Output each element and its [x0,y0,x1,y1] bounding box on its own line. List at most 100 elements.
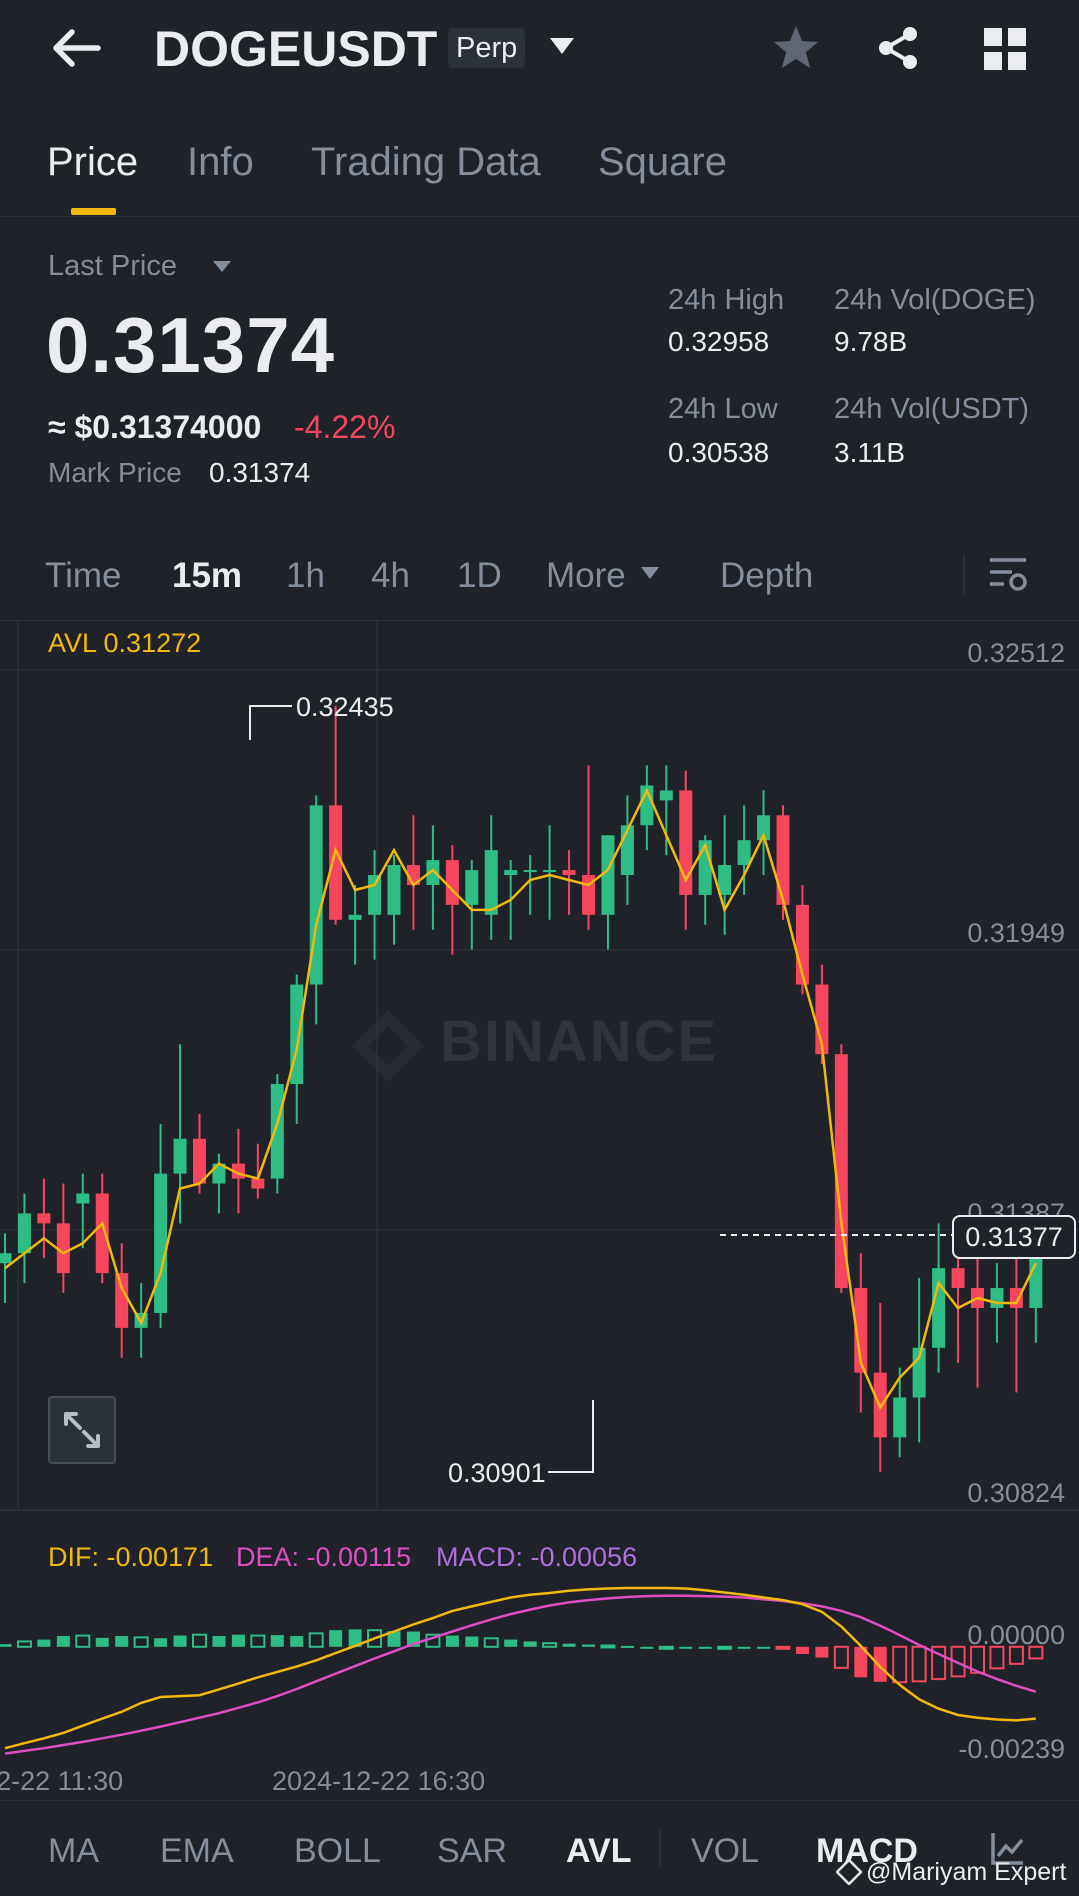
macd-bar [698,1646,712,1649]
watermark-logo [352,1010,424,1082]
indicator-ma[interactable]: MA [48,1832,99,1871]
candle-down [251,1178,265,1189]
macd-bar [873,1646,887,1682]
tab-price[interactable]: Price [47,140,138,185]
candle-up [504,870,518,876]
symbol-title[interactable]: DOGEUSDT [154,20,437,78]
candle-up [659,790,673,801]
dif-label: DIF: -0.00171 [48,1542,214,1572]
candle-up [348,914,362,920]
macd-bar [640,1646,654,1649]
price-axis-label: 0.31949 [967,918,1065,948]
last-price-dropdown-icon[interactable] [212,260,232,273]
candle-down [562,870,576,876]
high-marker-leader [249,705,292,740]
indicator-separator [659,1830,661,1866]
indicator-boll[interactable]: BOLL [294,1832,381,1871]
candle-up [387,865,401,915]
interval-1d[interactable]: 1D [457,556,502,596]
candles [0,705,1043,1473]
time-label: 2024-12-22 11:30 [0,1766,124,1796]
indicator-vol[interactable]: VOL [691,1832,759,1871]
candle-down [95,1193,109,1274]
contract-badge: Perp [448,28,526,68]
macd-bar [445,1635,459,1647]
interval-1h[interactable]: 1h [286,556,325,596]
current-price-badge[interactable]: 0.31377 [952,1215,1076,1259]
macd-bar [212,1636,226,1647]
macd-bar [37,1639,51,1647]
chart-settings-icon[interactable] [988,556,1028,594]
grid-icon[interactable] [984,28,1026,70]
vol-doge-value: 9.78B [834,326,908,357]
candle-up [270,1084,284,1179]
macd-bar [192,1633,207,1648]
tab-trading-data[interactable]: Trading Data [311,140,541,185]
macd-bar [815,1646,829,1658]
tab-square[interactable]: Square [598,140,727,185]
time-label: 2024-12-22 16:30 [272,1766,486,1796]
macd-bar [658,1645,674,1650]
macd-bar [95,1637,109,1647]
active-tab-indicator [71,208,116,215]
low-price-marker: 0.30901 [448,1458,546,1488]
price-change: -4.22% [294,409,396,445]
candle-down [776,815,790,905]
price-axis-label: 0.32512 [967,638,1065,668]
expand-icon [64,1412,100,1448]
interval-time[interactable]: Time [45,556,121,596]
back-arrow-icon[interactable] [48,26,102,70]
candle-down [115,1273,129,1328]
candle-up [0,1253,12,1264]
last-price-value: 0.31374 [46,301,335,389]
chart-watermark: BINANCE [440,1009,719,1074]
macd-bar [523,1641,537,1647]
interval-depth[interactable]: Depth [720,556,813,596]
avl-label: AVL 0.31272 [48,628,202,658]
candle-up [368,875,382,915]
macd-bar [154,1638,168,1647]
high-price-marker: 0.32435 [296,692,394,722]
indicator-sar[interactable]: SAR [437,1832,507,1871]
candle-up [932,1268,946,1348]
macd-bar [911,1645,927,1683]
interval-15m[interactable]: 15m [172,556,242,596]
macd-bar [16,1640,32,1648]
candle-up [543,870,557,873]
macd-bar [717,1645,733,1650]
macd-bar [542,1642,558,1648]
high-24h-value: 0.32958 [668,326,770,357]
tab-info[interactable]: Info [187,140,254,185]
star-icon[interactable] [772,24,820,70]
macd-bar [0,1644,12,1647]
interval-separator [963,556,965,594]
indicator-avl[interactable]: AVL [566,1832,631,1871]
low-24h-label: 24h Low [668,393,778,425]
last-price-label[interactable]: Last Price [48,250,177,283]
fullscreen-button[interactable] [48,1396,116,1464]
candle-down [37,1213,51,1224]
caret-down-icon[interactable] [548,36,576,56]
candle-up [523,870,537,873]
macd-bar [504,1639,518,1647]
candle-up [893,1397,907,1438]
macd-bar [737,1646,751,1649]
candle-up [484,850,498,915]
more-caret-icon[interactable] [640,566,660,580]
indicator-ema[interactable]: EMA [160,1832,234,1871]
candle-up [737,840,751,866]
macd-bar [600,1644,616,1649]
high-24h-label: 24h High [668,284,785,316]
macd-bar [133,1636,149,1648]
macd-bar [620,1645,634,1648]
interval-4h[interactable]: 4h [371,556,410,596]
candle-down [951,1268,965,1289]
macd-axis-label: 0.00000 [967,1620,1065,1650]
tabs-divider [0,216,1079,217]
candle-up [17,1213,31,1254]
share-icon[interactable] [874,24,922,72]
macd-bar [250,1634,266,1648]
candle-up [990,1288,1004,1308]
macd-bar [115,1636,129,1647]
interval-more[interactable]: More [546,556,626,596]
